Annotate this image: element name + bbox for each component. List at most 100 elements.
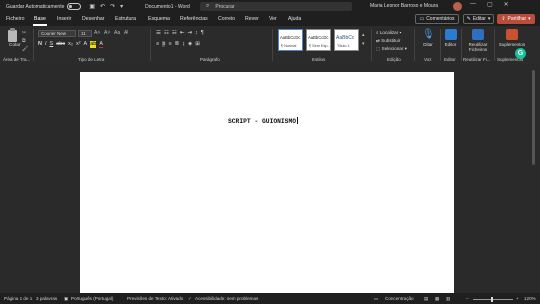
share-label: Partilhar (507, 16, 527, 22)
format-painter-icon[interactable]: 🖌 (22, 46, 28, 52)
grow-font-icon[interactable]: A˄ (94, 30, 100, 36)
increase-indent-icon[interactable]: ⇥ (187, 30, 192, 36)
clear-formatting-icon[interactable]: A̸ (124, 30, 127, 36)
addins-label: Suplementos (498, 42, 526, 47)
page-count[interactable]: Página 1 de 1 (4, 296, 32, 301)
style-sample: AaBbCcDc (308, 35, 329, 40)
line-spacing-icon[interactable]: ↨ (182, 41, 185, 47)
align-center-icon[interactable]: ≡ (162, 41, 166, 47)
align-left-icon[interactable]: ≡ (156, 41, 159, 47)
align-right-icon[interactable]: ≡ (168, 41, 171, 47)
menu-desenhar[interactable]: Desenhar (82, 16, 105, 22)
proofing-icon[interactable]: ▣ (64, 296, 68, 302)
redo-icon[interactable]: ↷ (110, 3, 115, 10)
menu-rever[interactable]: Rever (245, 16, 259, 22)
replace-button[interactable]: ⇄ Substituir (376, 37, 407, 45)
accessibility-status[interactable]: Acessibilidade: sem problemas (195, 296, 258, 301)
share-button[interactable]: ⇪ Partilhar ▾ (497, 14, 535, 24)
menu-correio[interactable]: Correio (218, 16, 235, 22)
grammarly-icon[interactable]: G (515, 48, 526, 59)
zoom-slider-thumb[interactable] (491, 297, 493, 302)
styles-scroll-icon[interactable]: ▴ (362, 32, 365, 38)
undo-icon[interactable]: ↶ (100, 3, 105, 10)
document-page[interactable]: SCRIPT - GUIONISMO (80, 72, 454, 293)
focus-mode[interactable]: Concentração (385, 296, 414, 301)
autosave-toggle[interactable] (67, 3, 82, 10)
bold-icon[interactable]: N (38, 41, 42, 48)
italic-icon[interactable]: I (45, 41, 47, 48)
divider (272, 29, 273, 61)
reuse-files-button[interactable]: Reutilizar Ficheiros (463, 29, 493, 52)
text-effects-icon[interactable]: A (84, 41, 88, 48)
language-status[interactable]: Português (Portugal) (71, 296, 113, 301)
underline-icon[interactable]: S (50, 41, 54, 48)
font-color-icon[interactable]: A (99, 41, 104, 48)
text-predictions-status[interactable]: Previsões de Texto: Ativado (127, 296, 183, 301)
read-mode-icon[interactable]: ▤ (424, 296, 428, 302)
font-size-select[interactable]: 11 (78, 30, 92, 37)
shading-icon[interactable]: ◈ (188, 41, 192, 47)
menu-ficheiro[interactable]: Ficheiro (6, 16, 24, 22)
menu-ajuda[interactable]: Ajuda (288, 16, 301, 22)
select-button[interactable]: ⬚ Selecionar ▾ (376, 45, 407, 53)
strikethrough-icon[interactable]: abc (56, 41, 65, 48)
avatar[interactable] (453, 2, 462, 11)
menu-referencias[interactable]: Referências (180, 16, 208, 22)
user-name[interactable]: Maria Leonor Barroso e Moura (370, 3, 438, 9)
find-button[interactable]: ⌕ Localizar ▾ (376, 29, 407, 37)
zoom-in-icon[interactable]: + (516, 296, 519, 301)
multilevel-list-icon[interactable]: ☵ (172, 30, 177, 36)
focus-icon[interactable]: ▭ (374, 296, 378, 302)
numbering-icon[interactable]: ☷ (164, 30, 169, 36)
zoom-slider[interactable] (473, 299, 513, 300)
close-icon[interactable]: ✕ (504, 1, 509, 8)
menu-esquema[interactable]: Esquema (148, 16, 170, 22)
dictate-button[interactable]: 🎙 Ditar (419, 29, 437, 47)
editor-button[interactable]: Editor (442, 29, 459, 47)
zoom-level[interactable]: 120% (524, 296, 536, 301)
cut-icon[interactable]: ✂ (22, 30, 26, 36)
save-icon[interactable]: ▣ (89, 3, 95, 10)
ribbon: Colar ✂ ⧉ 🖌 Área de Tra... Courier New 1… (0, 26, 540, 65)
search-box[interactable]: ⌕ Procurar (200, 2, 352, 11)
comments-button[interactable]: ▭ Comentários (415, 14, 459, 24)
menu-base[interactable]: Base (34, 16, 46, 22)
document-text[interactable]: SCRIPT - GUIONISMO (228, 117, 298, 125)
maximize-icon[interactable]: ▢ (487, 1, 493, 8)
menu-ver[interactable]: Ver (269, 16, 277, 22)
divider (461, 29, 462, 61)
decrease-indent-icon[interactable]: ⇤ (180, 30, 185, 36)
style-normal[interactable]: AaBbCcDc ¶ Normal (278, 29, 303, 51)
editing-mode-button[interactable]: ✎ Editar ▾ (463, 14, 494, 24)
justify-icon[interactable]: ≣ (175, 41, 180, 47)
superscript-icon[interactable]: x² (76, 41, 81, 48)
customize-toolbar-icon[interactable]: ▾ (120, 3, 123, 10)
word-count[interactable]: 3 palavras (36, 296, 57, 301)
paste-icon[interactable] (8, 28, 17, 42)
borders-icon[interactable]: ⊞ (195, 41, 200, 47)
highlight-icon[interactable]: ab (90, 41, 97, 48)
autosave-label: Guardar Automaticamente (6, 3, 65, 10)
web-layout-icon[interactable]: ▥ (446, 296, 450, 302)
copy-icon[interactable]: ⧉ (22, 38, 26, 44)
font-name-select[interactable]: Courier New (38, 30, 76, 37)
menu-inserir[interactable]: Inserir (57, 16, 71, 22)
shrink-font-icon[interactable]: A˅ (104, 30, 110, 36)
menu-estrutura[interactable]: Estrutura (115, 16, 136, 22)
styles-more-icon[interactable]: ▾ (362, 41, 365, 47)
show-marks-icon[interactable]: ¶ (201, 30, 204, 36)
addins-button[interactable]: Suplementos (496, 29, 528, 47)
paste-label[interactable]: Colar (9, 43, 20, 48)
style-heading-1[interactable]: AaBbCc Título 1 (334, 29, 359, 51)
vertical-scrollbar[interactable] (532, 70, 535, 165)
document-canvas: SCRIPT - GUIONISMO (0, 64, 540, 293)
bullets-icon[interactable]: ☰ (156, 30, 161, 36)
subscript-icon[interactable]: x₂ (68, 41, 73, 48)
change-case-icon[interactable]: Aa (114, 30, 120, 36)
select-label: Selecionar (381, 46, 404, 51)
zoom-out-icon[interactable]: − (466, 296, 469, 301)
sort-icon[interactable]: ↕ (195, 30, 198, 36)
minimize-icon[interactable]: — (470, 1, 476, 8)
style-no-spacing[interactable]: AaBbCcDc ¶ Sem Esp... (306, 29, 331, 51)
print-layout-icon[interactable]: ▦ (435, 296, 439, 302)
